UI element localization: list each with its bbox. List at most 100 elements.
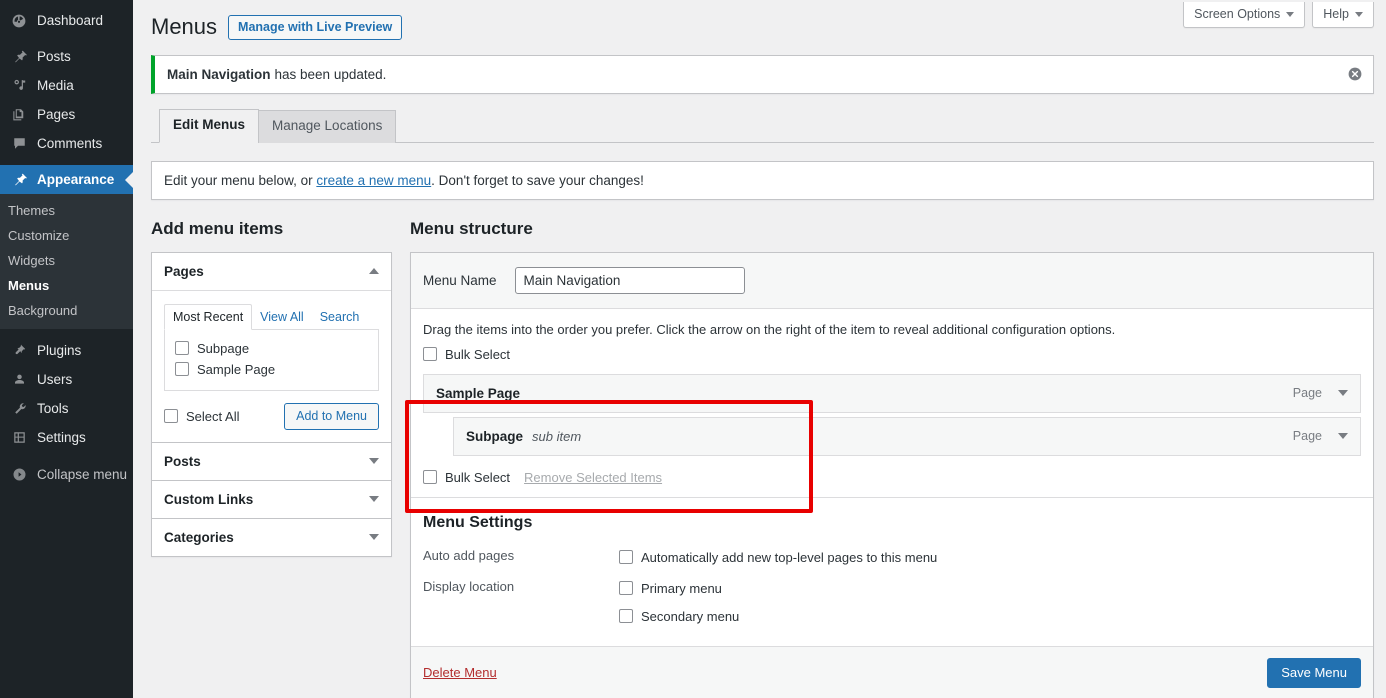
user-icon <box>8 371 30 389</box>
location-option-primary[interactable]: Primary menu <box>619 578 739 599</box>
checkbox-bulk-select-top[interactable] <box>423 347 437 362</box>
add-menu-items-heading: Add menu items <box>151 218 284 238</box>
panel-custom-links: Custom Links <box>151 480 392 519</box>
sidebar-label: Pages <box>37 107 76 122</box>
page-label: Sample Page <box>197 361 276 377</box>
panel-posts-header[interactable]: Posts <box>152 443 391 480</box>
checkbox-select-all[interactable] <box>164 409 178 424</box>
wordpress-admin-screen: Dashboard Posts Media Pages Comments App… <box>0 0 1386 698</box>
notice-text: has been updated. <box>274 66 387 82</box>
checkbox-primary-menu[interactable] <box>619 581 633 596</box>
sidebar-item-tools[interactable]: Tools <box>0 394 133 423</box>
sidebar-item-appearance[interactable]: Appearance <box>0 165 133 194</box>
chevron-down-icon[interactable] <box>1338 433 1348 440</box>
sidebar-item-plugins[interactable]: Plugins <box>0 336 133 365</box>
bulk-select-bottom[interactable]: Bulk Select <box>423 470 510 485</box>
auto-add-option[interactable]: Automatically add new top-level pages to… <box>619 547 937 568</box>
menu-item-subpage[interactable]: Subpage sub item Page <box>453 416 1361 456</box>
comment-icon <box>8 135 30 153</box>
checkbox-bulk-select-bottom[interactable] <box>423 470 437 485</box>
secondary-menu-label: Secondary menu <box>641 608 740 624</box>
menu-item-title: Subpage <box>466 428 524 444</box>
collapse-menu-label: Collapse menu <box>37 467 128 482</box>
screen-meta-links: Screen Options Help <box>1183 2 1374 28</box>
sidebar-item-users[interactable]: Users <box>0 365 133 394</box>
panel-custom-links-header[interactable]: Custom Links <box>152 481 391 518</box>
chevron-up-icon[interactable] <box>369 268 379 275</box>
bulk-select-top[interactable]: Bulk Select <box>423 347 510 362</box>
tab-view-all[interactable]: View All <box>252 305 312 329</box>
submenu-item-menus[interactable]: Menus <box>0 273 133 298</box>
auto-add-pages-row: Auto add pages Automatically add new top… <box>423 542 1361 573</box>
select-all-label: Select All <box>186 408 240 424</box>
menu-item-labels: Subpage sub item <box>466 429 581 444</box>
chevron-down-icon <box>1286 11 1295 17</box>
add-to-menu-button[interactable]: Add to Menu <box>284 402 379 430</box>
menu-item-title: Sample Page <box>436 385 521 401</box>
panel-pages: Pages Most Recent View All Search Subpag… <box>151 251 392 443</box>
menu-name-label: Menu Name <box>423 272 497 288</box>
panel-categories-title: Categories <box>164 529 234 545</box>
checkbox-sample-page[interactable] <box>175 362 189 377</box>
create-new-menu-link[interactable]: create a new menu <box>316 173 431 188</box>
checkbox-secondary-menu[interactable] <box>619 609 633 624</box>
sidebar-label: Appearance <box>37 172 115 187</box>
checkbox-auto-add-pages[interactable] <box>619 550 633 565</box>
remove-selected-items-link[interactable]: Remove Selected Items <box>524 470 662 485</box>
submenu-item-widgets[interactable]: Widgets <box>0 248 133 273</box>
panel-categories: Categories <box>151 518 392 557</box>
panel-categories-header[interactable]: Categories <box>152 519 391 556</box>
collapse-menu-button[interactable]: Collapse menu <box>0 460 133 489</box>
save-menu-button[interactable]: Save Menu <box>1267 657 1361 688</box>
auto-add-pages-label: Auto add pages <box>423 547 515 563</box>
checkbox-subpage[interactable] <box>175 341 189 356</box>
media-icon <box>8 77 30 95</box>
appearance-brush-icon <box>8 171 30 189</box>
auto-add-pages-options: Automatically add new top-level pages to… <box>619 547 937 568</box>
list-item[interactable]: Sample Page <box>175 359 368 380</box>
menu-item-controls: Page <box>1293 429 1348 443</box>
sidebar-item-settings[interactable]: Settings <box>0 423 133 452</box>
screen-options-button[interactable]: Screen Options <box>1183 2 1306 28</box>
chevron-down-icon[interactable] <box>1338 390 1348 397</box>
manage-with-live-preview-button[interactable]: Manage with Live Preview <box>228 14 403 40</box>
dashboard-icon <box>8 12 30 30</box>
sidebar-item-comments[interactable]: Comments <box>0 129 133 158</box>
sidebar-item-posts[interactable]: Posts <box>0 42 133 71</box>
edit-menu-hint: Edit your menu below, or create a new me… <box>151 160 1374 200</box>
sidebar-item-dashboard[interactable]: Dashboard <box>0 6 133 35</box>
sidebar-label: Settings <box>37 430 86 445</box>
sidebar-item-media[interactable]: Media <box>0 71 133 100</box>
chevron-down-icon[interactable] <box>369 496 379 503</box>
updated-notice: Main Navigation has been updated. <box>151 54 1374 94</box>
menu-name-input[interactable] <box>514 266 745 294</box>
tab-manage-locations[interactable]: Manage Locations <box>258 109 397 143</box>
submenu-item-background[interactable]: Background <box>0 298 133 323</box>
list-item[interactable]: Subpage <box>175 338 368 359</box>
display-location-options: Primary menu Secondary menu <box>619 578 739 627</box>
select-all-row[interactable]: Select All <box>164 406 239 427</box>
chevron-down-icon[interactable] <box>369 458 379 465</box>
tab-most-recent[interactable]: Most Recent <box>164 303 253 330</box>
chevron-down-icon[interactable] <box>369 534 379 541</box>
panel-pages-header[interactable]: Pages <box>152 253 391 290</box>
submenu-item-customize[interactable]: Customize <box>0 223 133 248</box>
plugin-icon <box>8 342 30 360</box>
sidebar-item-pages[interactable]: Pages <box>0 100 133 129</box>
drag-instruction-text: Drag the items into the order you prefer… <box>423 321 1116 337</box>
close-circle-icon[interactable] <box>1347 66 1363 82</box>
menu-item-subtitle: sub item <box>532 428 582 444</box>
location-option-secondary[interactable]: Secondary menu <box>619 606 739 627</box>
page-label: Subpage <box>197 340 250 356</box>
help-button[interactable]: Help <box>1312 2 1374 28</box>
tab-search[interactable]: Search <box>312 305 368 329</box>
bulk-select-row-bottom: Bulk Select Remove Selected Items <box>411 460 1373 497</box>
menu-structure-heading: Menu structure <box>410 218 533 238</box>
tab-edit-menus[interactable]: Edit Menus <box>159 108 260 143</box>
delete-menu-link[interactable]: Delete Menu <box>423 665 497 680</box>
menu-editor-columns: Add menu items Pages Most Recent View Al… <box>151 219 1374 698</box>
main-content: Screen Options Help Menus Manage with Li… <box>133 0 1386 698</box>
sidebar-label: Users <box>37 372 73 387</box>
menu-item-sample-page[interactable]: Sample Page Page <box>423 373 1361 413</box>
submenu-item-themes[interactable]: Themes <box>0 198 133 223</box>
